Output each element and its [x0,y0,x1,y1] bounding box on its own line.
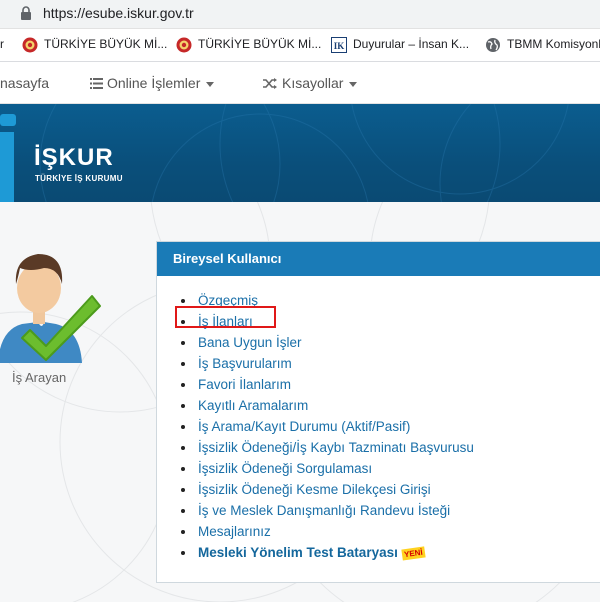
bookmarks-bar: r TÜRKİYE BÜYÜK Mİ... TÜRKİYE BÜYÜK Mİ..… [0,29,600,62]
menu-link-my-applications[interactable]: İş Başvurularım [177,353,474,374]
menu-link-registration-status[interactable]: İş Arama/Kayıt Durumu (Aktif/Pasif) [177,416,474,437]
menu-link-unemployment-query[interactable]: İşsizlik Ödeneği Sorgulaması [177,458,474,479]
tbmm-seal-icon [176,37,192,53]
shuffle-icon [263,78,277,89]
banner-title: İŞKUR [34,144,114,171]
nav-home-link[interactable]: nasayfa [0,75,49,91]
menu-link-saved-searches[interactable]: Kayıtlı Aramalarım [177,395,474,416]
bookmark-label: TÜRKİYE BÜYÜK Mİ... [198,37,322,52]
bookmark-item[interactable]: TBMM Komisyonl [485,37,600,53]
browser-address-bar[interactable]: https://esube.iskur.gov.tr [0,0,600,29]
banner-subtitle: TÜRKİYE İŞ KURUMU [35,174,123,183]
new-badge: YENİ [401,546,426,561]
nav-shortcuts-dropdown[interactable]: Kısayollar [263,75,358,91]
avatar-caption: İş Arayan [12,370,67,385]
bookmark-label: r [0,37,4,51]
url-text[interactable]: https://esube.iskur.gov.tr [43,5,194,21]
list-icon [90,78,103,89]
nav-online-label: Online İşlemler [107,75,201,91]
bookmark-label: TBMM Komisyonl [507,37,600,52]
ik-icon: IK [331,37,347,53]
lock-icon [21,6,31,20]
site-navbar: nasayfa Online İşlemler Kısayollar [0,62,600,104]
menu-link-unemployment-cancellation[interactable]: İşsizlik Ödeneği Kesme Dilekçesi Girişi [177,479,474,500]
career-test-label: Mesleki Yönelim Test Bataryası [198,545,398,560]
bookmark-label: Duyurular – İnsan K... [353,37,470,52]
bookmark-label: TÜRKİYE BÜYÜK Mİ... [44,37,168,52]
highlight-box [175,306,276,328]
menu-link-messages[interactable]: Mesajlarınız [177,521,474,542]
chevron-down-icon [349,81,358,87]
site-banner: İŞKUR TÜRKİYE İŞ KURUMU [0,104,600,202]
bookmark-item[interactable]: r [0,37,4,51]
bookmark-item[interactable]: TÜRKİYE BÜYÜK Mİ... [22,37,167,53]
panel-title: Bireysel Kullanıcı [157,242,600,276]
menu-link-favorite-listings[interactable]: Favori İlanlarım [177,374,474,395]
nav-shortcuts-label: Kısayollar [282,75,344,91]
tbmm-seal-icon [22,37,38,53]
menu-link-counseling-appointment[interactable]: İş ve Meslek Danışmanlığı Randevu İsteği [177,500,474,521]
chevron-down-icon [206,81,215,87]
bookmark-item[interactable]: TÜRKİYE BÜYÜK Mİ... [176,37,321,53]
iskur-logo-icon [0,114,16,202]
svg-text:IK: IK [334,41,345,51]
globe-icon [486,38,500,52]
bookmark-item[interactable]: IK Duyurular – İnsan K... [331,37,469,53]
menu-link-career-test[interactable]: Mesleki Yönelim Test Bataryası YENİ [177,542,474,563]
individual-user-panel: Bireysel Kullanıcı Özgeçmiş İş İlanları … [156,241,600,583]
job-seeker-avatar [0,254,101,363]
menu-list: Özgeçmiş İş İlanları Bana Uygun İşler İş… [177,290,474,563]
nav-online-dropdown[interactable]: Online İşlemler [90,75,215,91]
menu-link-suitable-jobs[interactable]: Bana Uygun İşler [177,332,474,353]
menu-link-unemployment-application[interactable]: İşsizlik Ödeneği/İş Kaybı Tazminatı Başv… [177,437,474,458]
